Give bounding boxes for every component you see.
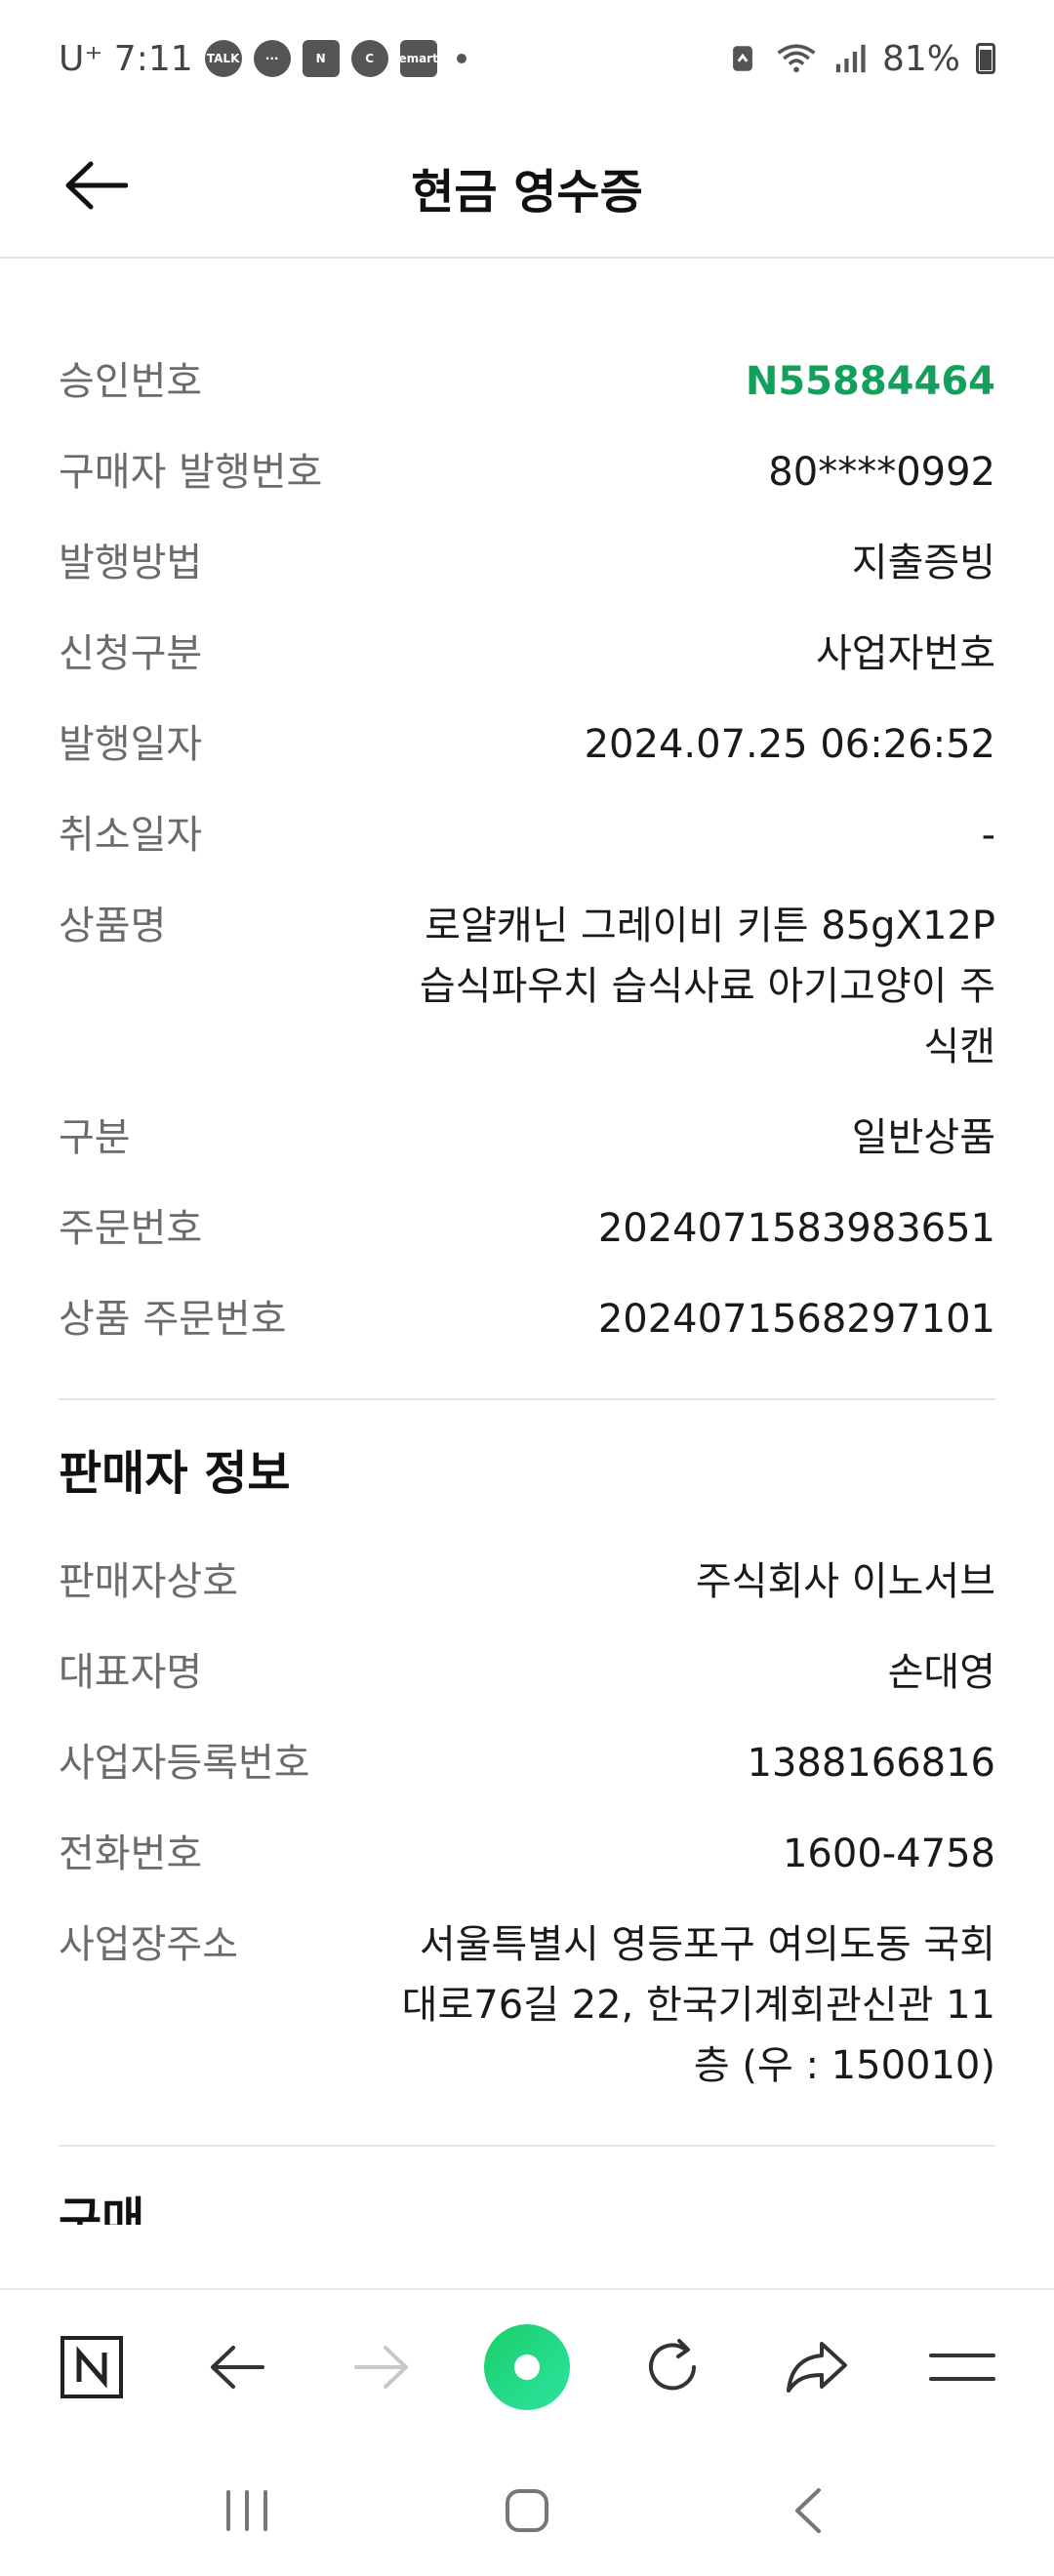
row-value: 주식회사 이노서브 — [695, 1559, 995, 1604]
system-back-button[interactable] — [763, 2467, 851, 2555]
section-divider — [59, 2145, 995, 2147]
recent-apps-button[interactable] — [203, 2467, 291, 2555]
page-title: 현금 영수증 — [411, 164, 643, 220]
status-left: U⁺ 7:11 TALK ··· N C emart — [59, 39, 466, 79]
seller-details: 판매자상호 주식회사 이노서브 대표자명 손대영 사업자등록번호 1388166… — [0, 1551, 1054, 2096]
more-notifications-icon — [456, 54, 466, 63]
battery-icon — [976, 43, 995, 74]
row-value: 1600-4758 — [782, 1831, 995, 1876]
home-icon — [505, 2488, 548, 2532]
app-header: 현금 영수증 — [0, 117, 1054, 259]
issue-method-row: 발행방법 지출증빙 — [59, 533, 995, 593]
buyer-issue-number-row: 구매자 발행번호 80****0992 — [59, 442, 995, 503]
cancel-date-row: 취소일자 - — [59, 805, 995, 865]
row-value: 지출증빙 — [851, 541, 995, 585]
emart-icon: emart — [398, 40, 438, 77]
menu-button[interactable] — [913, 2318, 1011, 2416]
approval-number-value: N55884464 — [745, 359, 995, 404]
row-label: 상품명 — [59, 904, 167, 948]
row-label: 발행일자 — [59, 722, 203, 767]
seller-info-title: 판매자 정보 — [59, 1446, 291, 1501]
kakaotalk-icon: TALK — [204, 40, 242, 77]
browser-toolbar — [0, 2288, 1054, 2444]
coupang-icon: C — [350, 40, 388, 77]
refresh-button[interactable] — [624, 2318, 721, 2416]
system-navigation-bar — [0, 2444, 1054, 2576]
row-label: 발행방법 — [59, 541, 203, 585]
approval-number-row: 승인번호 N55884464 — [59, 351, 995, 412]
row-value: 로얄캐닌 그레이비 키튼 85gX12P 습식파우치 습식사료 아기고양이 주식… — [419, 904, 995, 1069]
seller-name-row: 판매자상호 주식회사 이노서브 — [59, 1551, 995, 1612]
purchase-section-title: 구매 — [59, 2193, 145, 2225]
status-bar: U⁺ 7:11 TALK ··· N C emart 81% — [0, 0, 1054, 117]
order-number-row: 주문번호 2024071583983651 — [59, 1198, 995, 1259]
sync-icon — [733, 46, 752, 71]
browser-back-button[interactable] — [188, 2318, 286, 2416]
row-label: 대표자명 — [59, 1650, 203, 1695]
row-label: 전화번호 — [59, 1831, 203, 1876]
row-value: 2024.07.25 06:26:52 — [584, 722, 995, 767]
row-label: 승인번호 — [59, 359, 203, 404]
chevron-left-icon — [794, 2487, 821, 2533]
phone-number-row: 전화번호 1600-4758 — [59, 1824, 995, 1884]
back-arrow-icon — [65, 161, 128, 210]
message-icon: ··· — [253, 40, 291, 77]
row-label: 사업자등록번호 — [59, 1741, 310, 1786]
request-type-row: 신청구분 사업자번호 — [59, 624, 995, 684]
naver-home-icon — [61, 2336, 124, 2398]
row-label: 신청구분 — [59, 631, 203, 676]
row-label: 판매자상호 — [59, 1559, 238, 1604]
row-label: 상품 주문번호 — [59, 1297, 287, 1342]
row-label: 사업장주소 — [59, 1922, 238, 1967]
row-label: 주문번호 — [59, 1206, 203, 1251]
receipt-content[interactable]: 승인번호 N55884464 구매자 발행번호 80****0992 발행방법 … — [0, 259, 1054, 2288]
row-value: 사업자번호 — [816, 631, 995, 676]
recent-apps-icon — [226, 2489, 268, 2531]
row-value: 서울특별시 영등포구 여의도동 국회대로76길 22, 한국기계회관신관 11층… — [401, 1922, 995, 2088]
row-label: 취소일자 — [59, 813, 203, 858]
green-dot-icon — [483, 2324, 570, 2410]
row-value: 1388166816 — [747, 1741, 996, 1786]
row-value: 2024071568297101 — [597, 1297, 995, 1342]
receipt-details: 승인번호 N55884464 구매자 발행번호 80****0992 발행방법 … — [0, 259, 1054, 1349]
back-arrow-icon — [210, 2346, 264, 2389]
green-dot-button[interactable] — [478, 2318, 576, 2416]
row-value: 80****0992 — [768, 450, 995, 495]
issue-date-row: 발행일자 2024.07.25 06:26:52 — [59, 714, 995, 775]
back-button[interactable] — [57, 146, 135, 224]
category-row: 구분 일반상품 — [59, 1107, 995, 1168]
menu-icon — [928, 2354, 995, 2381]
section-divider — [59, 1398, 995, 1400]
representative-row: 대표자명 손대영 — [59, 1642, 995, 1703]
product-order-number-row: 상품 주문번호 2024071568297101 — [59, 1289, 995, 1349]
row-value: - — [981, 813, 995, 858]
carrier-time: U⁺ 7:11 — [59, 38, 193, 79]
row-value: 손대영 — [887, 1650, 995, 1695]
status-right: 81% — [726, 39, 995, 79]
row-label: 구매자 발행번호 — [59, 450, 323, 495]
row-value: 2024071583983651 — [597, 1206, 995, 1251]
business-address-row: 사업장주소 서울특별시 영등포구 여의도동 국회대로76길 22, 한국기계회관… — [59, 1914, 995, 2096]
share-button[interactable] — [768, 2318, 866, 2416]
row-value: 일반상품 — [851, 1115, 995, 1160]
battery-level: 81% — [881, 38, 960, 79]
row-label: 구분 — [59, 1115, 131, 1160]
product-name-row: 상품명 로얄캐닌 그레이비 키튼 85gX12P 습식파우치 습식사료 아기고양… — [59, 896, 995, 1077]
forward-arrow-icon — [354, 2346, 409, 2389]
wifi-icon — [777, 44, 816, 73]
naver-home-button[interactable] — [43, 2318, 141, 2416]
naver-notification-icon: N — [302, 40, 340, 77]
business-number-row: 사업자등록번호 1388166816 — [59, 1733, 995, 1793]
refresh-icon — [648, 2339, 696, 2391]
signal-icon — [835, 44, 866, 73]
share-icon — [787, 2342, 848, 2393]
home-button[interactable] — [483, 2467, 571, 2555]
browser-forward-button[interactable] — [333, 2318, 430, 2416]
